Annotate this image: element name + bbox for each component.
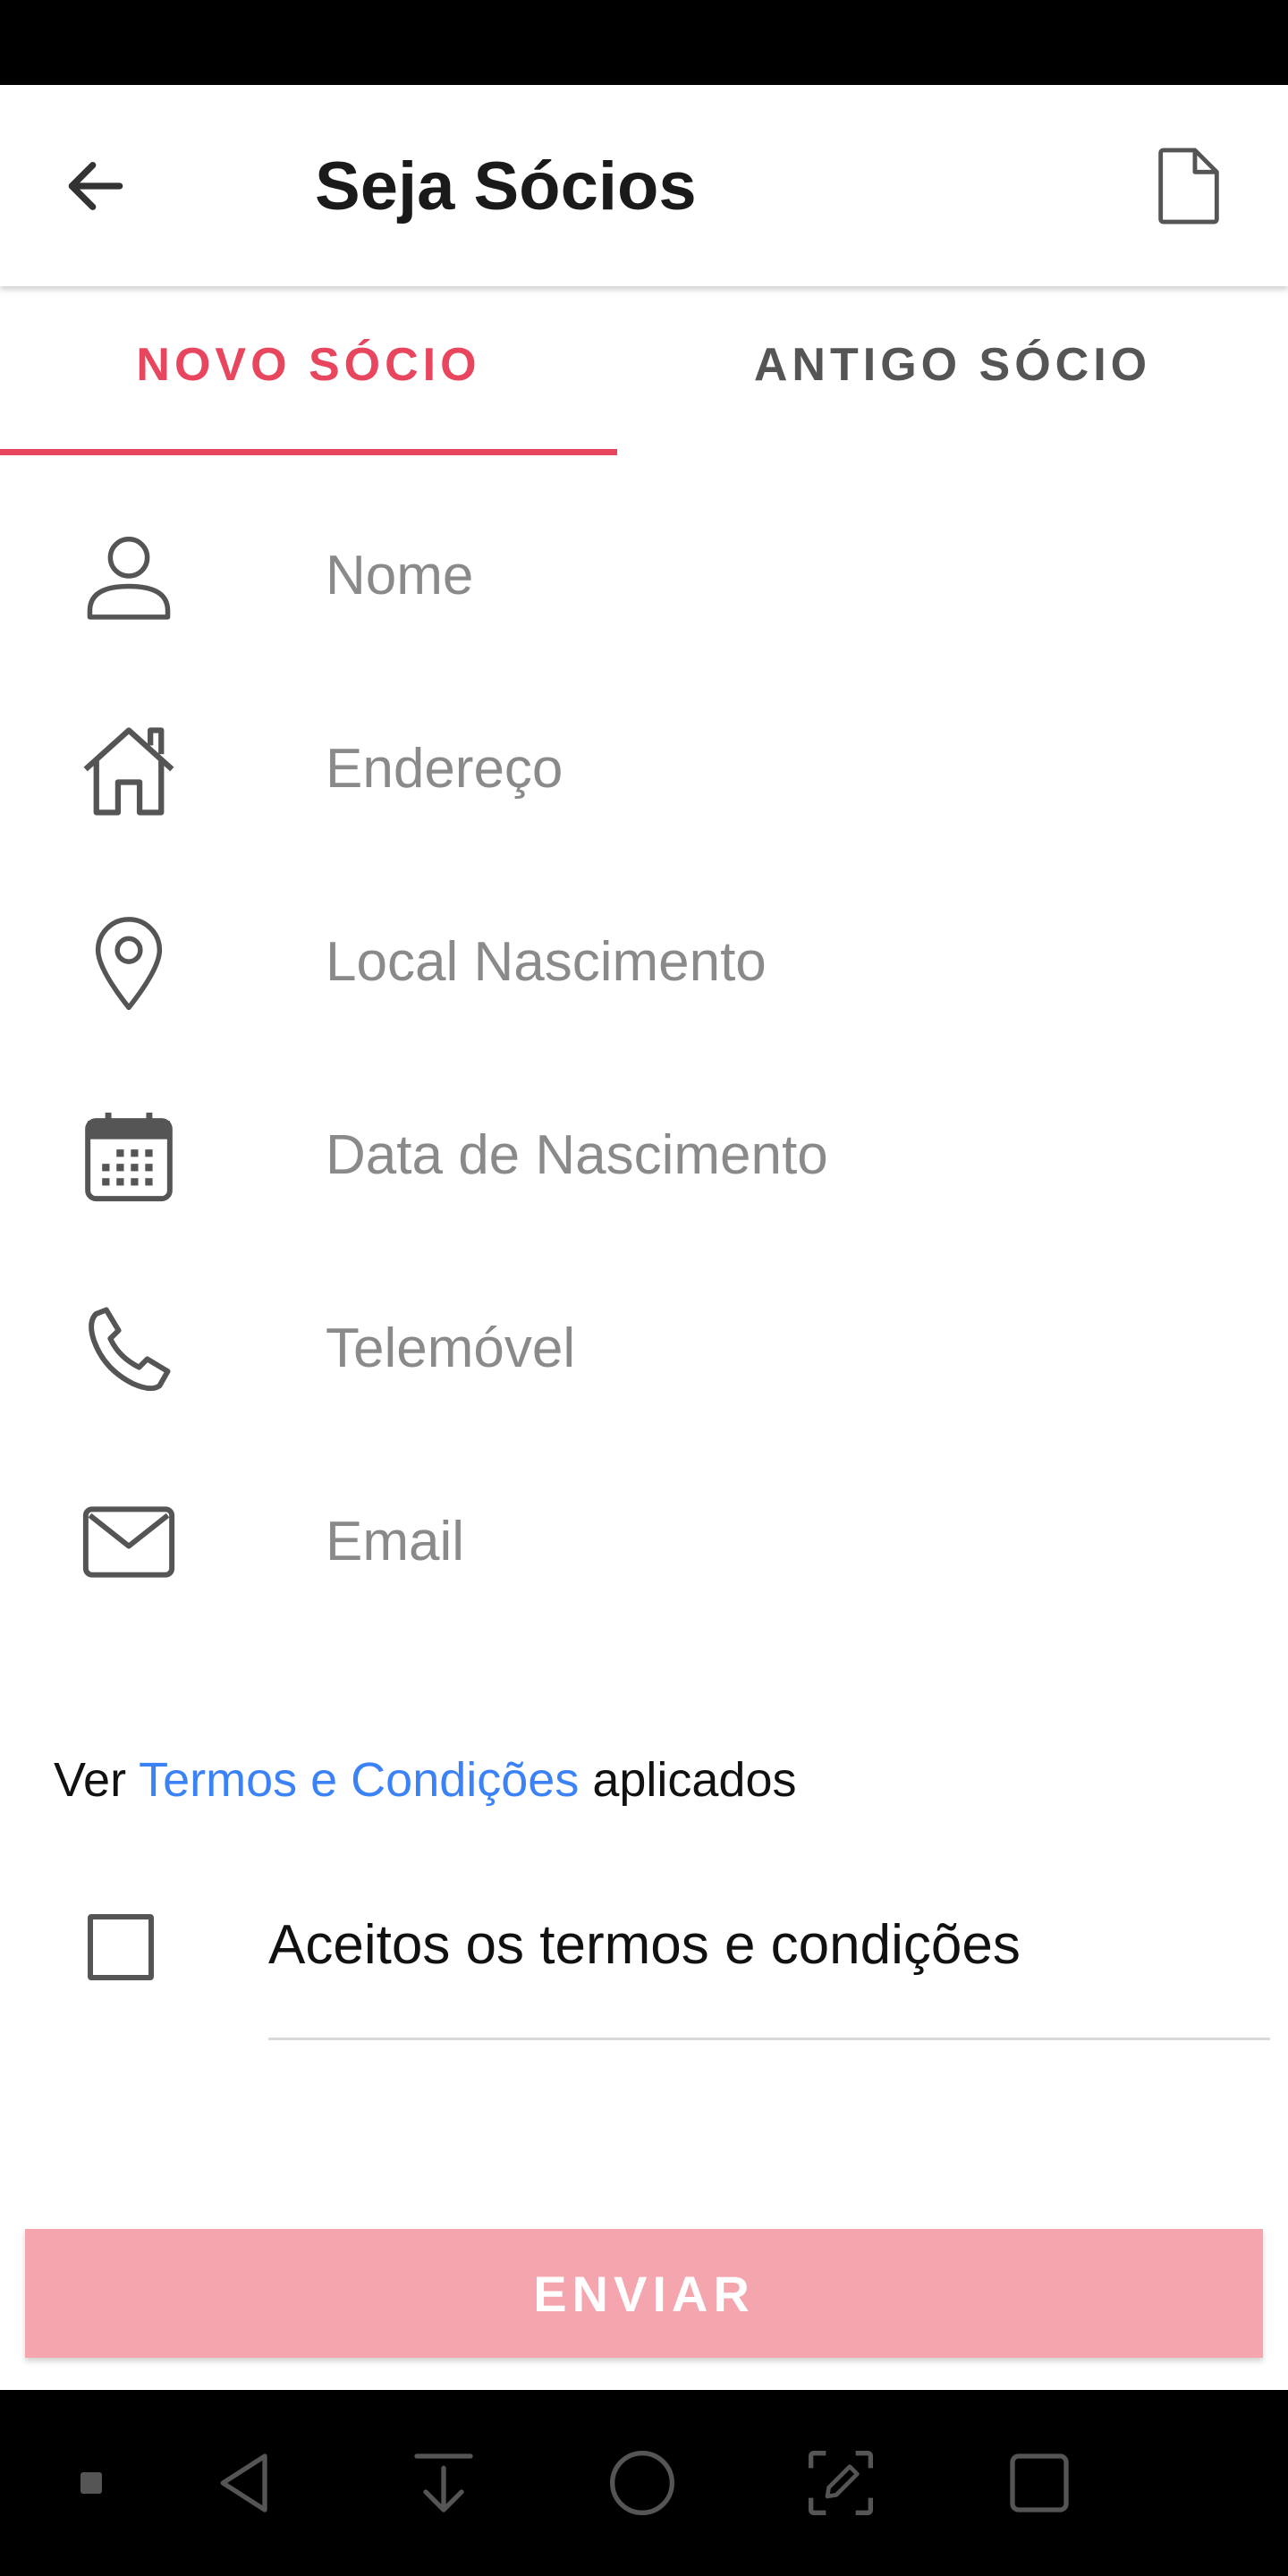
email-input[interactable] xyxy=(326,1492,1220,1590)
phone-icon xyxy=(72,1292,186,1406)
birthdate-field-row xyxy=(0,1063,1288,1241)
phone-input[interactable] xyxy=(326,1299,1220,1397)
calendar-icon xyxy=(72,1098,186,1213)
document-icon xyxy=(1158,148,1219,225)
name-field-row xyxy=(0,483,1288,662)
terms-suffix: aplicados xyxy=(592,1753,797,1807)
document-button[interactable] xyxy=(1147,144,1231,228)
birthdate-input[interactable] xyxy=(326,1106,1220,1204)
terms-prefix: Ver xyxy=(54,1753,127,1807)
app-bar: Seja Sócios xyxy=(0,85,1288,286)
tab-novo-socio[interactable]: NOVO SÓCIO xyxy=(0,286,644,458)
system-nav-bar xyxy=(0,2390,1288,2576)
recents-icon[interactable] xyxy=(995,2438,1084,2528)
active-tab-indicator xyxy=(0,449,617,455)
location-pin-icon xyxy=(72,905,186,1020)
house-icon xyxy=(72,712,186,826)
phone-field-row xyxy=(0,1256,1288,1435)
envelope-icon xyxy=(72,1485,186,1599)
dot-icon xyxy=(47,2438,136,2528)
address-field-row xyxy=(0,676,1288,855)
address-input[interactable] xyxy=(326,719,1220,818)
email-field-row xyxy=(0,1449,1288,1628)
tab-bar: NOVO SÓCIO ANTIGO SÓCIO xyxy=(0,286,1288,458)
screen: Seja Sócios NOVO SÓCIO ANTIGO SÓCIO Nome… xyxy=(0,0,1288,2576)
birthplace-field-row xyxy=(0,869,1288,1048)
screenshot-edit-icon[interactable] xyxy=(796,2438,886,2528)
submit-button[interactable]: ENVIAR xyxy=(25,2229,1263,2358)
home-icon[interactable] xyxy=(597,2438,687,2528)
terms-notice: Ver Termos e Condições aplicados xyxy=(54,1744,797,1816)
birthplace-input[interactable] xyxy=(326,912,1220,1011)
tab-antigo-socio[interactable]: ANTIGO SÓCIO xyxy=(644,286,1288,458)
accept-terms-label[interactable]: Aceitos os termos e condições xyxy=(268,1905,1021,1986)
arrow-left-icon xyxy=(68,162,123,210)
person-icon xyxy=(72,519,186,633)
download-icon[interactable] xyxy=(399,2438,488,2528)
nav-back-icon[interactable] xyxy=(202,2438,292,2528)
accept-terms-checkbox[interactable] xyxy=(88,1914,154,1980)
name-input[interactable] xyxy=(326,526,1220,624)
divider xyxy=(268,2038,1270,2040)
page-title: Seja Sócios xyxy=(315,148,697,225)
back-button[interactable] xyxy=(54,144,138,228)
status-bar xyxy=(0,0,1288,85)
terms-link[interactable]: Termos e Condições xyxy=(139,1753,579,1807)
